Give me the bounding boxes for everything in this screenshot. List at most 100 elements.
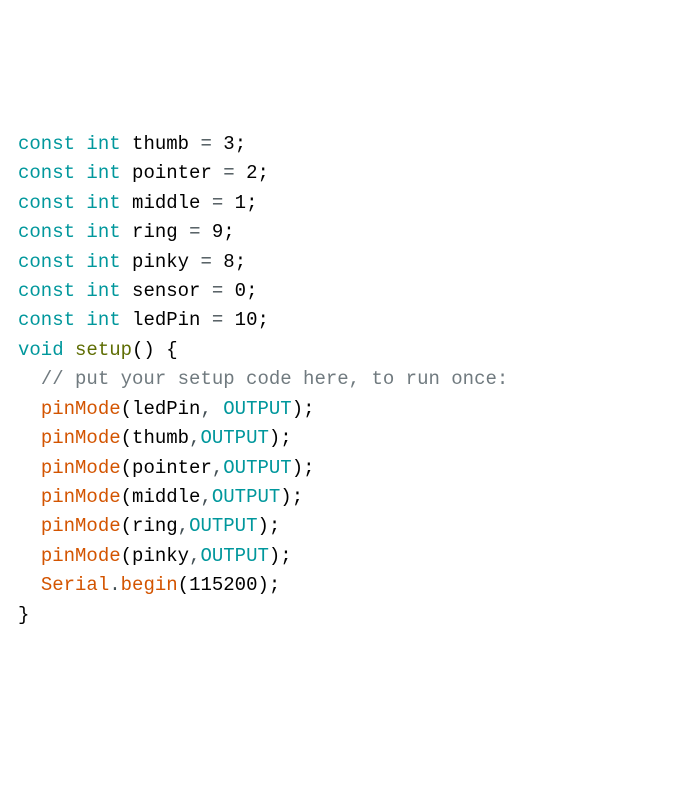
- code-token: ): [257, 574, 268, 596]
- code-token: OUTPUT: [189, 515, 257, 537]
- code-token: pinMode: [41, 427, 121, 449]
- code-token: const: [18, 309, 75, 331]
- code-line: const int middle = 1;: [18, 189, 666, 218]
- code-token: (): [132, 339, 155, 361]
- code-token: ): [269, 427, 280, 449]
- code-token: ;: [235, 251, 246, 273]
- code-token: pinMode: [41, 545, 121, 567]
- code-token: OUTPUT: [223, 398, 291, 420]
- code-token: pinMode: [41, 398, 121, 420]
- code-line: const int pinky = 8;: [18, 248, 666, 277]
- code-token: (: [121, 515, 132, 537]
- code-token: {: [166, 339, 177, 361]
- code-token: (: [121, 427, 132, 449]
- code-token: 8: [223, 251, 234, 273]
- code-token: (: [121, 486, 132, 508]
- code-token: const: [18, 162, 75, 184]
- code-token: =: [200, 251, 211, 273]
- code-token: (: [121, 545, 132, 567]
- code-token: =: [212, 309, 223, 331]
- code-token: pinMode: [41, 515, 121, 537]
- code-token: [75, 133, 86, 155]
- code-token: pointer: [121, 162, 224, 184]
- code-token: [223, 309, 234, 331]
- code-token: Serial: [41, 574, 109, 596]
- code-token: [75, 221, 86, 243]
- code-token: pinky: [132, 545, 189, 567]
- code-token: [18, 515, 41, 537]
- code-token: pinMode: [41, 486, 121, 508]
- code-token: int: [86, 133, 120, 155]
- code-token: [75, 309, 86, 331]
- code-token: ,: [200, 398, 211, 420]
- code-token: [75, 192, 86, 214]
- code-line: pinMode(pinky,OUTPUT);: [18, 542, 666, 571]
- code-token: 9: [212, 221, 223, 243]
- code-token: 0: [235, 280, 246, 302]
- code-token: 2: [246, 162, 257, 184]
- code-token: =: [200, 133, 211, 155]
- code-token: [18, 368, 41, 390]
- code-line: pinMode(thumb,OUTPUT);: [18, 424, 666, 453]
- code-token: thumb: [132, 427, 189, 449]
- code-token: ,: [200, 486, 211, 508]
- code-token: ,: [212, 457, 223, 479]
- code-token: ;: [257, 309, 268, 331]
- code-token: int: [86, 251, 120, 273]
- code-token: }: [18, 604, 29, 626]
- code-token: [18, 574, 41, 596]
- code-token: ledPin: [132, 398, 200, 420]
- code-token: [155, 339, 166, 361]
- code-token: [75, 280, 86, 302]
- code-token: =: [189, 221, 200, 243]
- code-token: ,: [189, 427, 200, 449]
- code-token: [200, 221, 211, 243]
- code-token: ;: [280, 545, 291, 567]
- code-line: void setup() {: [18, 336, 666, 365]
- code-token: [75, 162, 86, 184]
- code-line: const int thumb = 3;: [18, 130, 666, 159]
- code-token: ;: [257, 162, 268, 184]
- code-line: pinMode(ledPin, OUTPUT);: [18, 395, 666, 424]
- code-token: ring: [121, 221, 189, 243]
- code-token: ;: [280, 427, 291, 449]
- code-token: thumb: [121, 133, 201, 155]
- code-line: pinMode(pointer,OUTPUT);: [18, 454, 666, 483]
- code-token: (: [121, 457, 132, 479]
- code-token: pinky: [121, 251, 201, 273]
- code-token: const: [18, 221, 75, 243]
- code-line: const int pointer = 2;: [18, 159, 666, 188]
- code-line: }: [18, 601, 666, 630]
- code-token: OUTPUT: [212, 486, 280, 508]
- code-line: const int sensor = 0;: [18, 277, 666, 306]
- code-token: ): [292, 457, 303, 479]
- code-token: (: [121, 398, 132, 420]
- code-token: [18, 545, 41, 567]
- code-token: OUTPUT: [200, 545, 268, 567]
- code-token: ,: [178, 515, 189, 537]
- code-token: int: [86, 162, 120, 184]
- code-token: [75, 251, 86, 273]
- code-token: ): [269, 545, 280, 567]
- code-token: int: [86, 280, 120, 302]
- code-token: ): [292, 398, 303, 420]
- code-token: middle: [132, 486, 200, 508]
- code-line: Serial.begin(115200);: [18, 571, 666, 600]
- code-token: 10: [235, 309, 258, 331]
- code-token: [223, 280, 234, 302]
- code-token: [18, 398, 41, 420]
- code-token: pinMode: [41, 457, 121, 479]
- code-token: ,: [189, 545, 200, 567]
- code-token: sensor: [121, 280, 212, 302]
- code-block: const int thumb = 3;const int pointer = …: [18, 130, 666, 630]
- code-token: begin: [121, 574, 178, 596]
- code-token: [212, 251, 223, 273]
- code-token: [235, 162, 246, 184]
- code-line: const int ledPin = 10;: [18, 306, 666, 335]
- code-token: ring: [132, 515, 178, 537]
- code-token: const: [18, 133, 75, 155]
- code-token: ): [257, 515, 268, 537]
- code-token: 115200: [189, 574, 257, 596]
- code-token: .: [109, 574, 120, 596]
- code-token: [212, 133, 223, 155]
